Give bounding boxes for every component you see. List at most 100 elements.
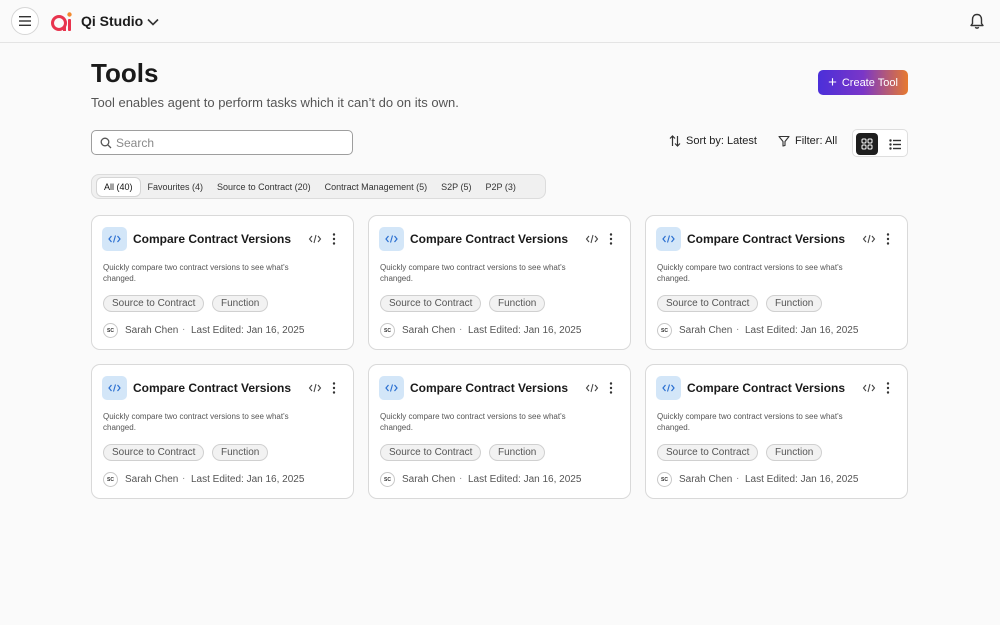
menu-button[interactable] xyxy=(11,7,39,35)
code-icon xyxy=(102,376,127,400)
search-icon xyxy=(100,137,112,149)
view-code-icon[interactable] xyxy=(862,233,876,245)
view-code-icon[interactable] xyxy=(585,382,599,394)
hamburger-icon xyxy=(19,16,31,26)
avatar: SC xyxy=(380,472,395,487)
author-name: Sarah Chen xyxy=(402,325,456,336)
tab-favourites[interactable]: Favourites (4) xyxy=(141,178,211,196)
qi-logo-icon xyxy=(51,12,72,31)
view-code-icon[interactable] xyxy=(585,233,599,245)
more-options-icon[interactable] xyxy=(882,380,894,396)
author-name: Sarah Chen xyxy=(402,474,456,485)
grid-icon xyxy=(861,138,873,150)
more-options-icon[interactable] xyxy=(328,380,340,396)
card-title: Compare Contract Versions xyxy=(410,381,569,395)
type-tag: Function xyxy=(212,444,269,461)
sort-label: Sort by: Latest xyxy=(686,135,757,147)
search-input[interactable] xyxy=(116,134,346,152)
code-icon xyxy=(656,376,681,400)
separator-dot: · xyxy=(459,473,463,484)
avatar: SC xyxy=(380,323,395,338)
code-icon xyxy=(379,376,404,400)
category-tabs: All (40) Favourites (4) Source to Contra… xyxy=(91,174,546,199)
code-icon xyxy=(102,227,127,251)
avatar: SC xyxy=(103,472,118,487)
type-tag: Function xyxy=(489,444,546,461)
search-box[interactable] xyxy=(91,130,353,155)
more-options-icon[interactable] xyxy=(605,231,617,247)
tool-card[interactable]: Compare Contract Versions Quickly compar… xyxy=(368,364,631,499)
plus-icon: + xyxy=(828,74,837,91)
last-edited: Last Edited: Jan 16, 2025 xyxy=(745,474,859,485)
tab-contract-management[interactable]: Contract Management (5) xyxy=(318,178,435,196)
more-options-icon[interactable] xyxy=(605,380,617,396)
last-edited: Last Edited: Jan 16, 2025 xyxy=(468,325,582,336)
author-name: Sarah Chen xyxy=(125,325,179,336)
card-title: Compare Contract Versions xyxy=(687,232,846,246)
tool-card[interactable]: Compare Contract Versions Quickly compar… xyxy=(91,364,354,499)
filter-button[interactable]: Filter: All xyxy=(778,135,837,147)
last-edited: Last Edited: Jan 16, 2025 xyxy=(191,325,305,336)
separator-dot: · xyxy=(182,473,186,484)
type-tag: Function xyxy=(212,295,269,312)
tool-card[interactable]: Compare Contract Versions Quickly compar… xyxy=(368,215,631,350)
type-tag: Function xyxy=(489,295,546,312)
code-icon xyxy=(656,227,681,251)
card-title: Compare Contract Versions xyxy=(410,232,569,246)
category-tag: Source to Contract xyxy=(657,295,759,312)
last-edited: Last Edited: Jan 16, 2025 xyxy=(468,474,582,485)
sort-button[interactable]: Sort by: Latest xyxy=(669,135,757,147)
avatar: SC xyxy=(657,323,672,338)
code-icon xyxy=(379,227,404,251)
separator-dot: · xyxy=(459,324,463,335)
tab-s2p[interactable]: S2P (5) xyxy=(434,178,478,196)
card-description: Quickly compare two contract versions to… xyxy=(103,412,289,432)
view-code-icon[interactable] xyxy=(308,382,322,394)
author-name: Sarah Chen xyxy=(125,474,179,485)
last-edited: Last Edited: Jan 16, 2025 xyxy=(191,474,305,485)
create-tool-button[interactable]: + Create Tool xyxy=(818,70,908,95)
tab-p2p[interactable]: P2P (3) xyxy=(479,178,523,196)
view-code-icon[interactable] xyxy=(862,382,876,394)
tab-source-to-contract[interactable]: Source to Contract (20) xyxy=(210,178,318,196)
filter-icon xyxy=(778,135,790,147)
list-icon xyxy=(889,138,901,150)
page-subtitle: Tool enables agent to perform tasks whic… xyxy=(91,95,459,110)
type-tag: Function xyxy=(766,444,823,461)
card-description: Quickly compare two contract versions to… xyxy=(657,412,843,432)
card-description: Quickly compare two contract versions to… xyxy=(380,412,566,432)
more-options-icon[interactable] xyxy=(328,231,340,247)
app-title[interactable]: Qi Studio xyxy=(81,13,143,29)
bell-icon[interactable] xyxy=(969,13,985,30)
card-description: Quickly compare two contract versions to… xyxy=(103,263,289,283)
sort-icon xyxy=(669,135,681,147)
view-code-icon[interactable] xyxy=(308,233,322,245)
category-tag: Source to Contract xyxy=(103,295,205,312)
tool-card[interactable]: Compare Contract Versions Quickly compar… xyxy=(645,364,908,499)
separator-dot: · xyxy=(182,324,186,335)
category-tag: Source to Contract xyxy=(657,444,759,461)
list-view-button[interactable] xyxy=(884,133,906,155)
avatar: SC xyxy=(103,323,118,338)
card-title: Compare Contract Versions xyxy=(133,232,292,246)
top-bar: Qi Studio xyxy=(0,0,1000,43)
tab-all[interactable]: All (40) xyxy=(96,176,141,197)
view-toggle xyxy=(852,129,908,157)
category-tag: Source to Contract xyxy=(103,444,205,461)
avatar: SC xyxy=(657,472,672,487)
page-title: Tools xyxy=(91,58,159,88)
last-edited: Last Edited: Jan 16, 2025 xyxy=(745,325,859,336)
separator-dot: · xyxy=(736,324,740,335)
create-tool-label: Create Tool xyxy=(841,76,898,89)
grid-view-button[interactable] xyxy=(856,133,878,155)
tool-card[interactable]: Compare Contract Versions Quickly compar… xyxy=(91,215,354,350)
chevron-down-icon[interactable] xyxy=(146,15,160,29)
author-name: Sarah Chen xyxy=(679,474,733,485)
card-description: Quickly compare two contract versions to… xyxy=(657,263,843,283)
more-options-icon[interactable] xyxy=(882,231,894,247)
tool-card[interactable]: Compare Contract Versions Quickly compar… xyxy=(645,215,908,350)
card-title: Compare Contract Versions xyxy=(687,381,846,395)
category-tag: Source to Contract xyxy=(380,295,482,312)
author-name: Sarah Chen xyxy=(679,325,733,336)
filter-label: Filter: All xyxy=(795,135,838,147)
